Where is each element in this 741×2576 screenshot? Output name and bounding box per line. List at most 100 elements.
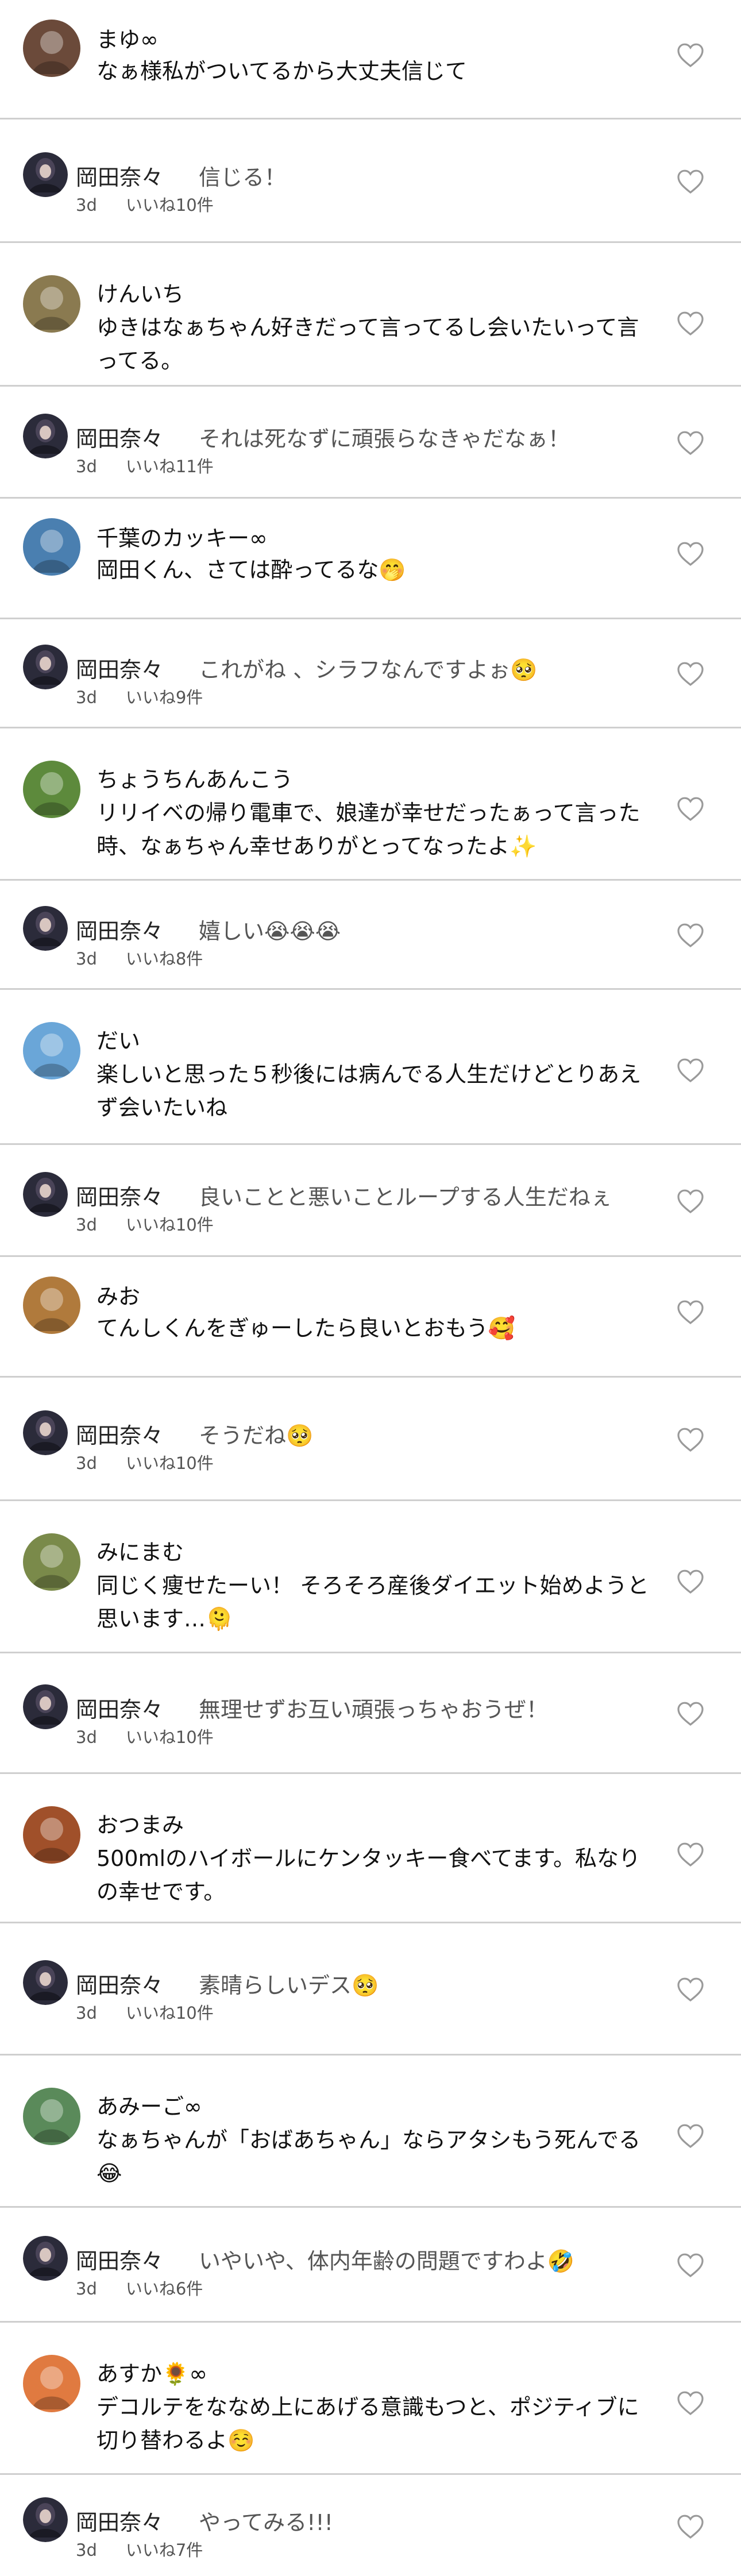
reply-like-count[interactable]: いいね8件 — [126, 949, 203, 969]
heart-outline-icon[interactable] — [677, 1569, 704, 1594]
heart-outline-icon[interactable] — [677, 2390, 704, 2416]
reply-avatar[interactable] — [23, 906, 68, 951]
reply-username[interactable]: 岡田奈々 — [76, 652, 163, 684]
reply-meta: 3d いいね10件 — [76, 1724, 214, 1748]
comment-row: まゆ∞ なぁ様私がついてるから大丈夫信じて — [0, 0, 741, 118]
reply-text: 素晴らしいデス🥺 — [199, 1973, 379, 1998]
comment-username[interactable]: みにまむ — [97, 1534, 184, 1566]
heart-outline-icon[interactable] — [677, 923, 704, 948]
reply-like-count[interactable]: いいね10件 — [126, 2003, 214, 2023]
comment-text: デコルテをななめ上にあげる意識もつと、ポジティブに切り替わるよ☺️ — [97, 2394, 639, 2453]
heart-outline-icon[interactable] — [677, 2123, 704, 2149]
avatar[interactable] — [23, 2355, 80, 2412]
comment-username[interactable]: まゆ∞ — [97, 22, 159, 53]
reply-timestamp: 3d — [76, 195, 97, 215]
comment-text: 同じく痩せたーい！ そろそろ産後ダイエット始めようと思います…🫠 — [97, 1573, 649, 1632]
avatar[interactable] — [23, 2088, 80, 2145]
comment-username[interactable]: 千葉のカッキー∞ — [97, 520, 268, 552]
heart-outline-icon[interactable] — [677, 1977, 704, 2002]
comment-row: あすか🌻∞ デコルテをななめ上にあげる意識もつと、ポジティブに切り替わるよ☺️ — [0, 2321, 741, 2473]
reply-row: 岡田奈々 それは死なずに頑張らなきゃだなぁ！ 3d いいね11件 — [0, 385, 741, 497]
reply-row: 岡田奈々 嬉しい😭😭😭 3d いいね8件 — [0, 879, 741, 988]
reply-avatar[interactable] — [23, 1960, 68, 2005]
reply-username[interactable]: 岡田奈々 — [76, 2243, 163, 2275]
reply-text: それは死なずに頑張らなきゃだなぁ！ — [199, 426, 570, 452]
heart-outline-icon[interactable] — [677, 661, 704, 687]
avatar[interactable] — [23, 1277, 80, 1334]
heart-outline-icon[interactable] — [677, 2253, 704, 2278]
heart-outline-icon[interactable] — [677, 2514, 704, 2539]
avatar[interactable] — [23, 1806, 80, 1864]
comment-row: みお てんしくんをぎゅーしたら良いとおもう🥰 — [0, 1255, 741, 1376]
heart-outline-icon[interactable] — [677, 311, 704, 336]
reply-text: これがね 、シラフなんですよぉ🥺 — [199, 657, 538, 682]
reply-like-count[interactable]: いいね6件 — [126, 2279, 203, 2299]
reply-timestamp: 3d — [76, 1453, 97, 1473]
reply-username[interactable]: 岡田奈々 — [76, 913, 163, 945]
heart-outline-icon[interactable] — [677, 430, 704, 456]
reply-meta: 3d いいね10件 — [76, 2000, 214, 2024]
avatar[interactable] — [23, 275, 80, 333]
comment-row: おつまみ 500mlのハイボールにケンタッキー食べてます。私なりの幸せです。 — [0, 1772, 741, 1922]
reply-timestamp: 3d — [76, 2540, 97, 2560]
reply-row: 岡田奈々 良いことと悪いことループする人生だねぇ 3d いいね10件 — [0, 1143, 741, 1255]
avatar[interactable] — [23, 1022, 80, 1079]
comment-row: ちょうちんあんこう リリイベの帰り電車で、娘達が幸せだったぁって言った時、なぁちゃ… — [0, 727, 741, 879]
reply-avatar[interactable] — [23, 645, 68, 689]
reply-meta: 3d いいね8件 — [76, 946, 203, 970]
heart-outline-icon[interactable] — [677, 1299, 704, 1325]
reply-avatar[interactable] — [23, 2497, 68, 2542]
reply-avatar[interactable] — [23, 1410, 68, 1455]
reply-username[interactable]: 岡田奈々 — [76, 421, 163, 453]
heart-outline-icon[interactable] — [677, 1427, 704, 1452]
avatar[interactable] — [23, 518, 80, 576]
reply-like-count[interactable]: いいね7件 — [126, 2540, 203, 2560]
reply-avatar[interactable] — [23, 152, 68, 197]
reply-text: 良いことと悪いことループする人生だねぇ — [199, 1184, 612, 1210]
comment-username[interactable]: あみーご∞ — [97, 2089, 202, 2120]
heart-outline-icon[interactable] — [677, 43, 704, 68]
reply-row: 岡田奈々 素晴らしいデス🥺 3d いいね10件 — [0, 1922, 741, 2054]
reply-avatar[interactable] — [23, 413, 68, 458]
reply-timestamp: 3d — [76, 949, 97, 969]
reply-like-count[interactable]: いいね10件 — [126, 1727, 214, 1747]
reply-meta: 3d いいね9件 — [76, 684, 203, 708]
reply-timestamp: 3d — [76, 1727, 97, 1747]
reply-username[interactable]: 岡田奈々 — [76, 160, 163, 191]
reply-avatar[interactable] — [23, 1684, 68, 1729]
reply-username[interactable]: 岡田奈々 — [76, 1418, 163, 1449]
reply-like-count[interactable]: いいね10件 — [126, 195, 214, 215]
reply-like-count[interactable]: いいね10件 — [126, 1453, 214, 1473]
reply-avatar[interactable] — [23, 1171, 68, 1217]
comment-username[interactable]: みお — [97, 1279, 140, 1310]
reply-username[interactable]: 岡田奈々 — [76, 2505, 163, 2536]
reply-timestamp: 3d — [76, 2279, 97, 2299]
heart-outline-icon[interactable] — [677, 1189, 704, 1214]
avatar[interactable] — [23, 1533, 80, 1591]
reply-like-count[interactable]: いいね10件 — [126, 1215, 214, 1235]
comment-username[interactable]: ちょうちんあんこう — [97, 762, 293, 793]
heart-outline-icon[interactable] — [677, 1842, 704, 1867]
heart-outline-icon[interactable] — [677, 169, 704, 194]
reply-timestamp: 3d — [76, 456, 97, 476]
reply-row: 岡田奈々 これがね 、シラフなんですよぉ🥺 3d いいね9件 — [0, 618, 741, 727]
avatar[interactable] — [23, 761, 80, 818]
heart-outline-icon[interactable] — [677, 1058, 704, 1083]
reply-text: 無理せずお互い頑張っちゃおうぜ！ — [199, 1697, 549, 1722]
reply-like-count[interactable]: いいね11件 — [126, 457, 214, 476]
reply-username[interactable]: 岡田奈々 — [76, 1692, 163, 1723]
reply-meta: 3d いいね10件 — [76, 1450, 214, 1474]
comment-username[interactable]: けんいち — [97, 276, 184, 308]
avatar[interactable] — [23, 20, 80, 77]
heart-outline-icon[interactable] — [677, 796, 704, 822]
heart-outline-icon[interactable] — [677, 541, 704, 566]
comment-username[interactable]: あすか🌻∞ — [97, 2356, 207, 2388]
reply-avatar[interactable] — [23, 2236, 68, 2281]
reply-row: 岡田奈々 いやいや、体内年齢の問題ですわよ🤣 3d いいね6件 — [0, 2206, 741, 2321]
comment-username[interactable]: だい — [97, 1023, 140, 1055]
reply-username[interactable]: 岡田奈々 — [76, 1968, 163, 1999]
heart-outline-icon[interactable] — [677, 1701, 704, 1726]
reply-username[interactable]: 岡田奈々 — [76, 1179, 163, 1211]
comment-username[interactable]: おつまみ — [97, 1807, 184, 1839]
reply-like-count[interactable]: いいね9件 — [126, 688, 203, 707]
